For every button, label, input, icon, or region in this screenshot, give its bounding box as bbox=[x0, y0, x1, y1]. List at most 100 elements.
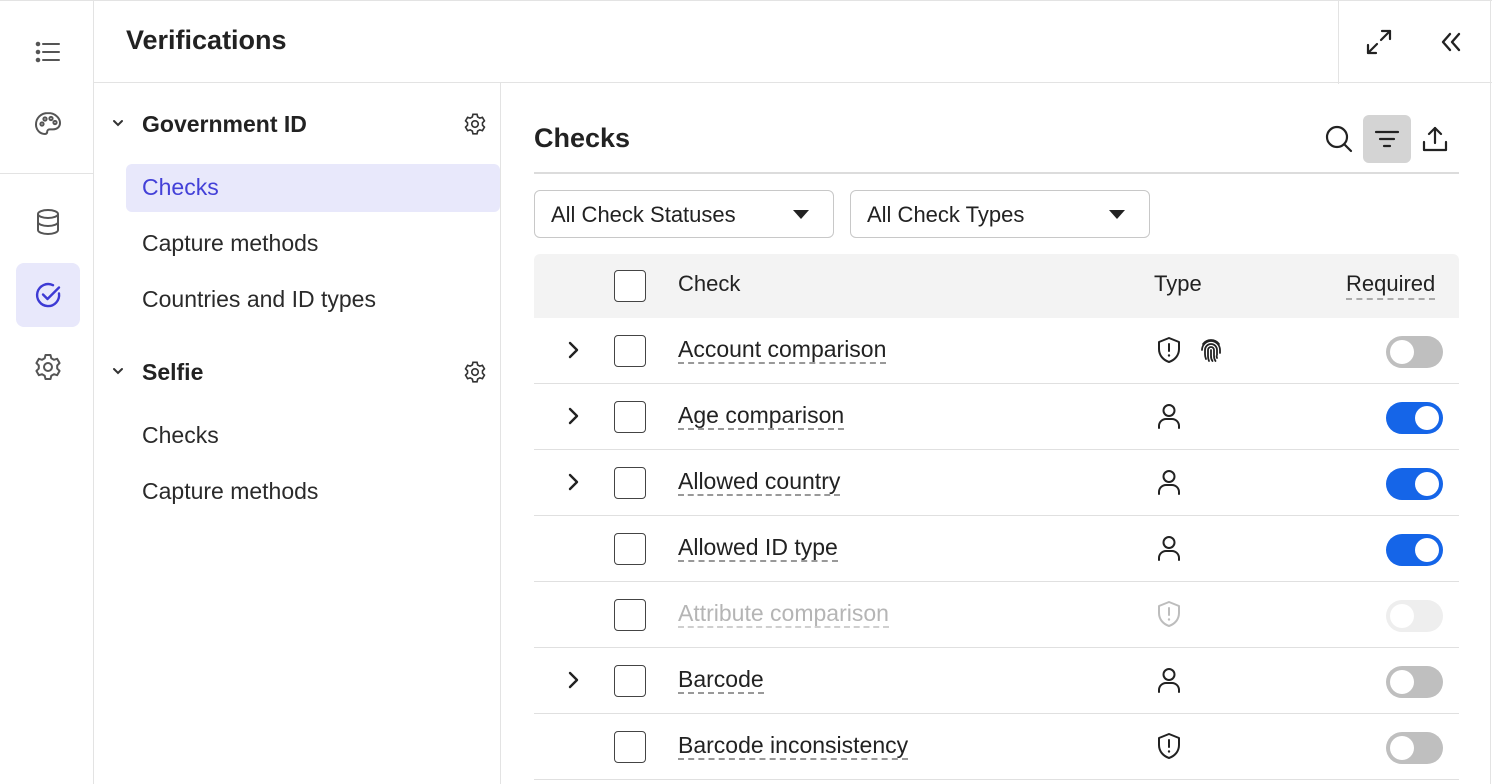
nav-item-checks[interactable]: Checks bbox=[126, 164, 500, 212]
shield-icon bbox=[1154, 599, 1184, 634]
type-icons bbox=[1154, 533, 1184, 568]
export-icon[interactable] bbox=[1411, 115, 1459, 163]
toggle-knob bbox=[1415, 406, 1439, 430]
type-icons bbox=[1154, 335, 1226, 370]
check-name[interactable]: Barcode inconsistency bbox=[678, 732, 909, 760]
nav-item-label: Capture methods bbox=[142, 230, 319, 256]
table-row[interactable]: Allowed country bbox=[534, 450, 1459, 516]
row-checkbox[interactable] bbox=[614, 335, 646, 367]
toggle-knob bbox=[1415, 538, 1439, 562]
shield-icon bbox=[1154, 731, 1184, 766]
chevron-right-icon[interactable] bbox=[562, 339, 584, 361]
chevron-right-icon[interactable] bbox=[562, 471, 584, 493]
fingerprint-icon bbox=[1196, 335, 1226, 370]
search-icon[interactable] bbox=[1315, 115, 1363, 163]
row-checkbox[interactable] bbox=[614, 467, 646, 499]
nav-group-government-id[interactable]: Government ID bbox=[94, 101, 501, 145]
rail-divider bbox=[0, 173, 94, 174]
collapse-left-icon[interactable] bbox=[1434, 25, 1468, 59]
select-value: All Check Types bbox=[867, 202, 1025, 227]
check-circle-icon[interactable] bbox=[16, 263, 80, 327]
nav-item-label: Capture methods bbox=[142, 478, 319, 504]
select-all-checkbox[interactable] bbox=[614, 270, 646, 302]
caret-down-icon bbox=[1109, 210, 1125, 219]
palette-icon[interactable] bbox=[16, 93, 80, 157]
column-header-type: Type bbox=[1154, 271, 1202, 296]
chevron-down-icon bbox=[113, 120, 123, 127]
nav-group-label: Government ID bbox=[142, 111, 307, 137]
table-row[interactable]: Barcode bbox=[534, 648, 1459, 714]
required-toggle bbox=[1386, 600, 1443, 632]
table-row[interactable]: Allowed ID type bbox=[534, 516, 1459, 582]
shield-icon bbox=[1154, 335, 1184, 370]
nav-item-label: Checks bbox=[142, 422, 219, 448]
required-toggle[interactable] bbox=[1386, 402, 1443, 434]
toggle-knob bbox=[1390, 604, 1414, 628]
check-name[interactable]: Barcode bbox=[678, 666, 764, 694]
list-icon[interactable] bbox=[16, 20, 80, 84]
icon-rail bbox=[0, 0, 94, 784]
required-toggle[interactable] bbox=[1386, 468, 1443, 500]
toggle-knob bbox=[1415, 472, 1439, 496]
person-icon bbox=[1154, 467, 1184, 502]
nav-item-label: Checks bbox=[142, 174, 219, 200]
toggle-knob bbox=[1390, 736, 1414, 760]
nav-group-label: Selfie bbox=[142, 359, 204, 385]
filter-icon[interactable] bbox=[1363, 115, 1411, 163]
column-header-check[interactable]: Check bbox=[678, 271, 740, 297]
person-icon bbox=[1154, 401, 1184, 436]
chevron-right-icon[interactable] bbox=[562, 405, 584, 427]
expand-icon[interactable] bbox=[1362, 25, 1396, 59]
row-checkbox[interactable] bbox=[614, 401, 646, 433]
topbar-separator bbox=[1338, 1, 1339, 84]
gear-icon[interactable] bbox=[16, 335, 80, 399]
check-name[interactable]: Allowed country bbox=[678, 468, 841, 496]
person-icon bbox=[1154, 665, 1184, 700]
check-name[interactable]: Attribute comparison bbox=[678, 600, 889, 628]
table-header: Check Type Required bbox=[534, 254, 1459, 318]
row-checkbox[interactable] bbox=[614, 665, 646, 697]
database-icon[interactable] bbox=[16, 190, 80, 254]
page-title: Verifications bbox=[126, 25, 287, 55]
check-name[interactable]: Allowed ID type bbox=[678, 534, 838, 562]
divider bbox=[534, 172, 1459, 174]
nav-group-selfie[interactable]: Selfie bbox=[94, 349, 501, 393]
column-header-required[interactable]: Required bbox=[1346, 271, 1436, 300]
toggle-knob bbox=[1390, 340, 1414, 364]
table-row[interactable]: Account comparison bbox=[534, 318, 1459, 384]
nav-item-capture-methods[interactable]: Capture methods bbox=[126, 220, 500, 268]
gear-icon[interactable] bbox=[462, 111, 488, 137]
nav-item-label: Countries and ID types bbox=[142, 286, 376, 312]
caret-down-icon bbox=[793, 210, 809, 219]
top-bar: Verifications bbox=[94, 0, 1492, 84]
table-row[interactable]: Age comparison bbox=[534, 384, 1459, 450]
table-row[interactable]: Barcode inconsistency bbox=[534, 714, 1459, 780]
required-toggle[interactable] bbox=[1386, 336, 1443, 368]
required-toggle[interactable] bbox=[1386, 732, 1443, 764]
select-value: All Check Statuses bbox=[551, 202, 736, 227]
type-icons bbox=[1154, 665, 1184, 700]
gear-icon[interactable] bbox=[462, 359, 488, 385]
nav-item-selfie-capture-methods[interactable]: Capture methods bbox=[126, 468, 500, 516]
row-checkbox[interactable] bbox=[614, 599, 646, 631]
check-type-select[interactable]: All Check Types bbox=[850, 190, 1150, 238]
chevron-right-icon[interactable] bbox=[562, 669, 584, 691]
table-row[interactable]: Attribute comparison bbox=[534, 582, 1459, 648]
type-icons bbox=[1154, 467, 1184, 502]
row-checkbox[interactable] bbox=[614, 533, 646, 565]
check-name[interactable]: Age comparison bbox=[678, 402, 845, 430]
check-status-select[interactable]: All Check Statuses bbox=[534, 190, 834, 238]
window-edge bbox=[1490, 0, 1491, 784]
person-icon bbox=[1154, 533, 1184, 568]
required-toggle[interactable] bbox=[1386, 534, 1443, 566]
nav-item-selfie-checks[interactable]: Checks bbox=[126, 412, 500, 460]
nav-item-countries-and-id-types[interactable]: Countries and ID types bbox=[126, 276, 500, 324]
chevron-down-icon bbox=[113, 368, 123, 375]
check-name[interactable]: Account comparison bbox=[678, 336, 887, 364]
type-icons bbox=[1154, 401, 1184, 436]
section-title: Checks bbox=[534, 123, 631, 153]
secondary-nav: Government ID Checks Capture methods Cou… bbox=[94, 83, 501, 784]
required-toggle[interactable] bbox=[1386, 666, 1443, 698]
type-icons bbox=[1154, 731, 1184, 766]
row-checkbox[interactable] bbox=[614, 731, 646, 763]
